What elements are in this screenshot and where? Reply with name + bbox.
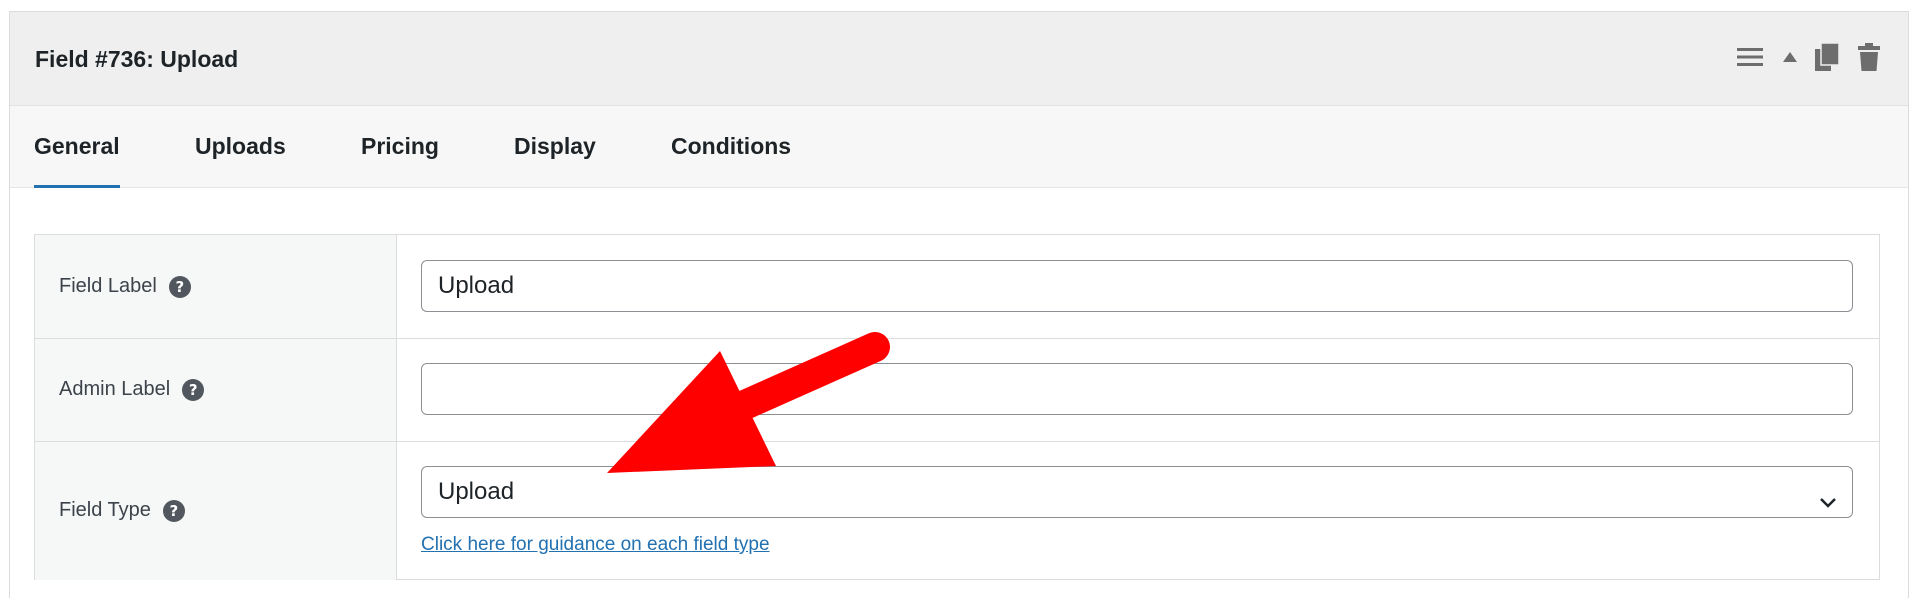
tab-pricing[interactable]: Pricing <box>361 106 439 188</box>
field-type-label: Field Type <box>59 499 151 521</box>
field-type-row: Field Type ? Upload Click here for guida… <box>35 441 1879 580</box>
field-label-label: Field Label <box>59 275 157 297</box>
field-type-cell: Field Type ? <box>35 442 397 580</box>
duplicate-icon[interactable] <box>1814 42 1840 72</box>
field-type-guidance-link[interactable]: Click here for guidance on each field ty… <box>421 534 770 556</box>
tab-general[interactable]: General <box>34 106 120 188</box>
field-tools <box>1736 42 1882 72</box>
help-icon[interactable]: ? <box>162 499 185 522</box>
field-label-input[interactable]: Upload <box>421 260 1853 312</box>
field-panel: Field #736: Upload General Uploads Prici… <box>9 11 1909 598</box>
tab-uploads[interactable]: Uploads <box>195 106 286 188</box>
menu-icon[interactable] <box>1736 43 1764 71</box>
tab-display[interactable]: Display <box>514 106 596 188</box>
general-settings-table: Field Label ? Upload Admin Label ? Field… <box>34 234 1880 580</box>
chevron-down-icon <box>1818 481 1838 530</box>
help-icon[interactable]: ? <box>168 275 191 298</box>
field-title: Field #736: Upload <box>35 46 239 72</box>
help-icon[interactable]: ? <box>182 378 205 401</box>
admin-label-input[interactable] <box>421 363 1853 415</box>
field-type-selected-value: Upload <box>438 478 515 505</box>
field-label-row: Field Label ? Upload <box>35 235 1879 338</box>
collapse-up-icon[interactable] <box>1780 43 1800 71</box>
field-tabs: General Uploads Pricing Display Conditio… <box>10 106 1908 188</box>
field-header: Field #736: Upload <box>10 12 1908 106</box>
trash-icon[interactable] <box>1856 42 1882 72</box>
field-label-cell: Field Label ? <box>35 235 397 338</box>
admin-label-row: Admin Label ? <box>35 338 1879 442</box>
admin-label-label: Admin Label <box>59 378 171 400</box>
field-type-select[interactable]: Upload <box>421 466 1853 518</box>
tab-conditions[interactable]: Conditions <box>671 106 791 188</box>
admin-label-cell: Admin Label ? <box>35 339 397 442</box>
